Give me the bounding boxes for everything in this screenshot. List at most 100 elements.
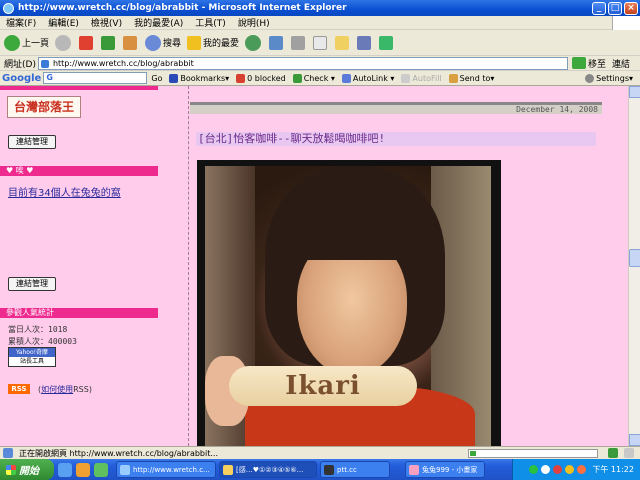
history-icon — [245, 34, 262, 51]
send-to-label: Send to▾ — [459, 73, 495, 83]
tray-clock[interactable]: 下午 11:22 — [592, 464, 634, 475]
task-browser-label: http://www.wretch.c... — [133, 465, 210, 474]
task-ptt[interactable]: ptt.cc — [320, 461, 390, 478]
print-icon — [291, 35, 306, 50]
bookmarks-label: Bookmarks▾ — [180, 73, 230, 83]
search-button[interactable]: 搜尋 — [145, 34, 181, 51]
menu-favorites[interactable]: 我的最愛(A) — [134, 16, 183, 29]
messenger-icon — [379, 35, 394, 50]
send-to-button[interactable]: Send to▾ — [448, 73, 495, 83]
tray-update-icon[interactable] — [577, 465, 587, 474]
check-icon — [292, 73, 302, 83]
windows-taskbar: 開始 http://www.wretch.c... [感…♥①②③④⑤⑥... … — [0, 459, 640, 480]
messenger-button[interactable] — [379, 35, 395, 50]
standard-toolbar: 上一頁 搜尋 我的最愛 — [0, 30, 640, 56]
history-button[interactable] — [245, 34, 263, 51]
menu-help[interactable]: 說明(H) — [238, 16, 270, 29]
tray-volume-icon[interactable] — [541, 465, 551, 474]
blog-content: December 14, 2008 [台北]怡客咖啡--聊天放鬆喝咖啡吧! Ik… — [190, 86, 602, 446]
task-paint[interactable]: 兔兔999 - 小畫家 — [405, 461, 485, 478]
task-ptt-icon — [324, 464, 334, 475]
autofill-button[interactable]: AutoFill — [401, 73, 442, 83]
google-go-label: Go — [151, 73, 163, 83]
links-button[interactable]: 連結 — [612, 57, 630, 70]
post-photo[interactable]: Ikari — [205, 166, 491, 446]
rss-link-close: RSS) — [73, 385, 92, 394]
stop-icon — [79, 35, 94, 50]
favorites-button[interactable]: 我的最愛 — [187, 35, 240, 50]
post-title[interactable]: [台北]怡客咖啡--聊天放鬆喝咖啡吧! — [196, 132, 596, 146]
quicklaunch-media-icon[interactable] — [76, 462, 90, 477]
minimize-button[interactable]: _ — [592, 1, 606, 15]
bookmarks-button[interactable]: Bookmarks▾ — [169, 73, 230, 83]
print-button[interactable] — [291, 35, 307, 50]
menu-file[interactable]: 檔案(F) — [6, 16, 36, 29]
blocked-label: 0 blocked — [247, 73, 286, 83]
google-go-button[interactable]: Go — [151, 74, 162, 83]
taiwan-blog-king-logo[interactable]: 台灣部落王 — [7, 96, 81, 118]
stop-button[interactable] — [79, 35, 95, 50]
autolink-button[interactable]: AutoLink ▾ — [341, 73, 395, 83]
scroll-up-button[interactable] — [629, 86, 640, 98]
link-manage-button-1[interactable]: 連結管理 — [8, 135, 56, 149]
tray-network-icon[interactable] — [529, 465, 539, 474]
task-chat[interactable]: [感…♥①②③④⑤⑥... — [219, 461, 317, 478]
google-logo[interactable]: Google — [2, 73, 41, 84]
task-browser[interactable]: http://www.wretch.c... — [116, 461, 216, 478]
favorites-label: 我的最愛 — [203, 39, 240, 49]
edit-button[interactable] — [313, 35, 329, 50]
gear-icon — [585, 73, 595, 83]
link-manage-button-2[interactable]: 連結管理 — [8, 277, 56, 291]
quicklaunch-ie-icon[interactable] — [58, 462, 72, 477]
scroll-thumb[interactable] — [629, 249, 640, 267]
go-button[interactable]: 移至 — [588, 57, 606, 70]
forward-button[interactable] — [55, 34, 73, 51]
rss-help-link[interactable]: (如何使用RSS) — [38, 384, 92, 395]
settings-button[interactable]: Settings▾ — [585, 73, 633, 83]
maximize-button[interactable]: □ — [608, 1, 622, 15]
total-visits: 累積人次：400003 — [8, 336, 77, 347]
autolink-label: AutoLink ▾ — [352, 73, 395, 83]
search-icon — [145, 34, 162, 51]
home-button[interactable] — [123, 35, 139, 50]
research-button[interactable] — [357, 35, 373, 50]
status-bar: 正在開啟網頁 http://www.wretch.cc/blog/abrabbi… — [0, 446, 640, 459]
scroll-down-button[interactable] — [629, 434, 640, 446]
start-button[interactable]: 開始 — [0, 459, 54, 480]
loading-progress-fill — [470, 450, 477, 456]
windows-flag-icon — [6, 464, 16, 475]
quicklaunch-desktop-icon[interactable] — [94, 462, 108, 477]
photo-stick-text: Ikari — [229, 366, 417, 406]
popup-blocked-button[interactable]: 0 blocked — [236, 73, 286, 83]
address-label: 網址(D) — [4, 59, 36, 70]
back-button[interactable]: 上一頁 — [4, 34, 49, 51]
popup-blocker-icon — [236, 73, 246, 83]
rss-badge[interactable]: RSS — [8, 384, 30, 394]
discuss-button[interactable] — [335, 35, 351, 50]
task-ptt-label: ptt.cc — [337, 465, 357, 474]
yahoo-webmaster-badge[interactable]: Yahoo!奇摩 站長工具 — [8, 347, 56, 367]
total-label: 累積人次： — [8, 337, 48, 346]
research-icon — [357, 35, 372, 50]
online-users-link[interactable]: 目前有34個人在兔兔的窩 — [8, 184, 121, 199]
mail-button[interactable] — [269, 35, 285, 50]
blog-sidebar: 台灣部落王 連結管理 ♥ 唉 ♥ 目前有34個人在兔兔的窩 連結管理 參觀人氣統… — [0, 86, 178, 446]
menu-view[interactable]: 檢視(V) — [91, 16, 122, 29]
google-search-input[interactable]: G — [43, 72, 148, 84]
tray-messenger-icon[interactable] — [565, 465, 575, 474]
menu-tools[interactable]: 工具(T) — [195, 16, 226, 29]
autofill-icon — [401, 73, 411, 83]
close-button[interactable]: × — [624, 1, 638, 15]
vertical-scrollbar[interactable] — [628, 86, 640, 446]
menu-edit[interactable]: 編輯(E) — [48, 16, 79, 29]
go-arrow-icon[interactable] — [571, 57, 586, 69]
spell-check-button[interactable]: Check ▾ — [292, 73, 335, 83]
address-input[interactable]: http://www.wretch.cc/blog/abrabbit — [37, 56, 568, 70]
yahoo-badge-top: Yahoo!奇摩 — [9, 348, 55, 357]
home-icon — [123, 35, 138, 50]
task-paint-icon — [409, 464, 419, 475]
refresh-button[interactable] — [101, 35, 117, 50]
tray-antivirus-icon[interactable] — [553, 465, 563, 474]
google-search-placeholder: G — [46, 73, 53, 82]
check-label: Check ▾ — [303, 73, 335, 83]
